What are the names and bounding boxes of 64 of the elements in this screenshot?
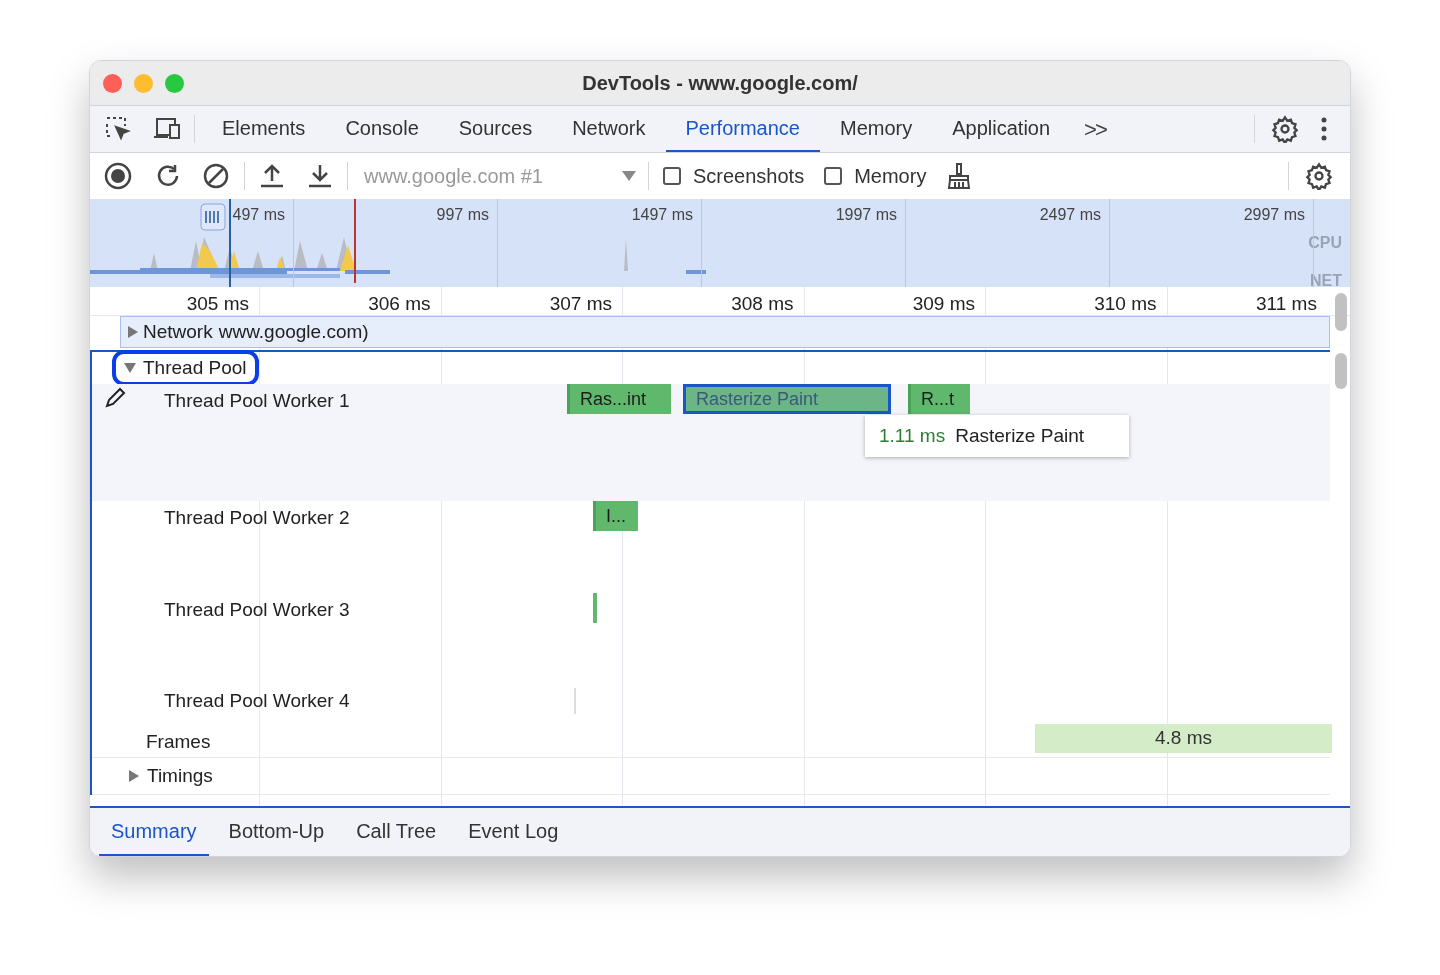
close-window-button[interactable] [103,73,122,93]
ruler-label: 308 ms [730,292,794,316]
track-label: Timings [147,763,213,788]
selection-handle-icon[interactable] [200,203,226,231]
panel-tab[interactable]: Elements [202,106,326,152]
net-label: NET [1310,271,1342,287]
ruler-label: 309 ms [911,292,975,316]
checkbox-label: Screenshots [693,164,805,189]
track-label: Thread Pool Worker 3 [164,598,350,622]
details-tab[interactable]: Bottom-Up [216,808,337,856]
pencil-icon[interactable] [104,387,126,409]
broom-icon[interactable] [946,162,973,190]
ruler-label: 311 ms [1256,292,1317,316]
record-icon[interactable] [104,162,132,190]
panel-tab[interactable]: Memory [820,106,933,152]
track-label: Network [143,319,213,344]
track-label: Thread Pool Worker 2 [164,506,350,530]
panel-tab[interactable]: Application [932,106,1071,152]
capture-settings-icon[interactable] [1305,162,1333,190]
clear-icon[interactable] [202,162,230,190]
window-title: DevTools - www.google.com/ [582,71,858,96]
tick-label: 2997 ms [1243,205,1305,225]
tick-label: 497 ms [232,205,285,225]
scrollbar-thumb[interactable] [1335,353,1347,389]
details-tab[interactable]: Event Log [456,808,571,856]
frame-bar: 4.8 ms [1035,724,1332,753]
track-label: Thread Pool Worker 1 [164,389,350,413]
scrollbar-thumb[interactable] [1335,293,1347,331]
tick-label: 2497 ms [1039,205,1101,225]
expand-arrow-icon[interactable] [128,770,140,782]
track-label: Frames [146,730,211,754]
tick-label: 997 ms [436,205,489,225]
collapse-arrow-icon[interactable] [124,362,136,374]
panel-tab[interactable]: Network [552,106,666,152]
checkbox-label: Memory [854,164,927,189]
dropdown-caret-icon [622,171,636,181]
flame-chart-event[interactable]: R...t [908,384,970,414]
tooltip-duration: 1.11 ms [879,423,946,448]
more-options-icon[interactable] [1321,117,1327,141]
cpu-label: CPU [1308,233,1342,253]
expand-arrow-icon[interactable] [127,326,139,338]
track-detail: www.google.com) [218,319,369,344]
panel-tab[interactable]: Console [325,106,439,152]
details-tab[interactable]: Summary [99,808,209,856]
checkbox[interactable] [663,167,681,185]
track-label: Thread Pool Worker 4 [164,689,350,713]
checkbox[interactable] [824,167,843,185]
tick-label: 1997 ms [835,205,897,225]
upload-icon[interactable] [259,162,285,190]
flame-chart-event[interactable]: Ras...int [567,384,671,414]
tooltip-name: Rasterize Paint [955,423,1085,448]
ruler-label: 310 ms [1093,292,1157,316]
ruler-label: 306 ms [367,292,431,316]
more-tabs-button[interactable]: >> [1084,112,1106,146]
tick-label: 1497 ms [631,205,693,225]
track-group-header[interactable]: Thread Pool [112,350,259,386]
flame-chart-event[interactable]: I... [593,501,638,531]
panel-tab[interactable]: Sources [438,106,553,152]
details-tab[interactable]: Call Tree [344,808,449,856]
settings-icon[interactable] [1271,115,1299,143]
ruler-label: 307 ms [548,292,612,316]
timeline-overview[interactable]: CPU NET 497 ms 997 ms 1497 ms 1997 ms 2497 ms 2997 ms [90,199,1350,287]
ruler-label: 305 ms [185,292,249,316]
download-icon[interactable] [307,162,333,190]
